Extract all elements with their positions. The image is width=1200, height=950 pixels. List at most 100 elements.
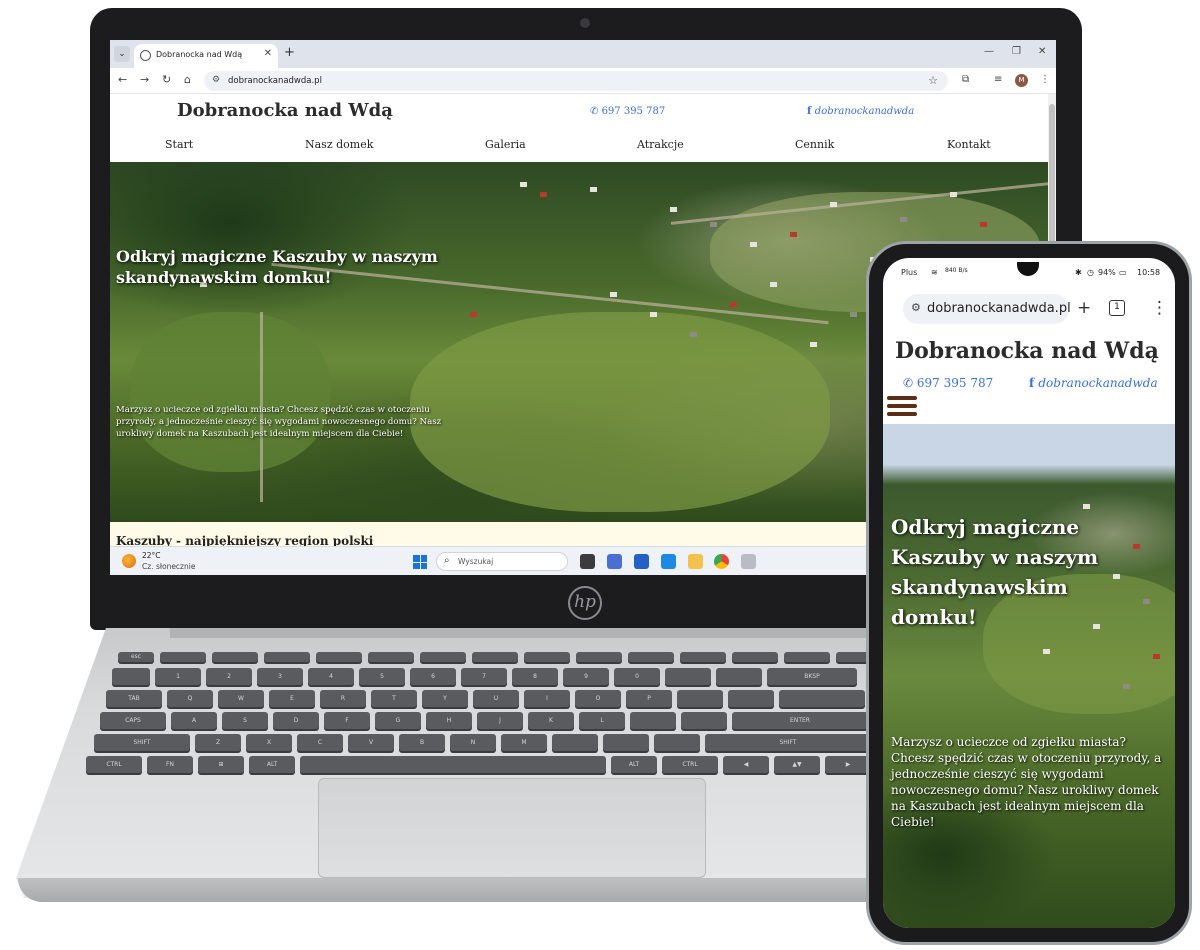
key: esc	[118, 652, 154, 662]
house	[1153, 654, 1160, 659]
hamburger-menu-icon[interactable]	[887, 396, 917, 418]
key	[552, 734, 598, 751]
browser-tabbar: ⌄ Dobranocka nad Wdą ✕ + — ❐ ✕	[110, 40, 1056, 68]
house	[540, 192, 547, 197]
forward-icon[interactable]: →	[140, 73, 149, 86]
close-icon[interactable]: ✕	[264, 48, 272, 59]
key	[680, 652, 726, 662]
key: ALT	[611, 756, 657, 773]
profile-avatar[interactable]: M	[1015, 74, 1028, 87]
taskbar-search[interactable]: ⌕ Wyszukaj	[436, 552, 568, 571]
key: 8	[512, 668, 558, 685]
windows-start-icon[interactable]	[413, 555, 427, 569]
key	[654, 734, 700, 751]
back-icon[interactable]: ←	[118, 73, 127, 86]
house	[790, 232, 797, 237]
house	[850, 312, 857, 317]
phone-site-facebook-handle: dobranockanadwda	[1038, 376, 1158, 390]
scrollbar-thumb[interactable]	[1049, 104, 1055, 264]
home-icon[interactable]: ⌂	[184, 73, 191, 86]
teams-icon[interactable]	[607, 554, 622, 569]
nav-kontakt[interactable]: Kontakt	[947, 138, 991, 151]
key: I	[524, 690, 570, 707]
nav-atrakcje[interactable]: Atrakcje	[637, 138, 684, 151]
new-tab-button[interactable]: +	[284, 46, 295, 60]
browser-toolbar: ← → ↻ ⌂ ⚙ dobranockanadwda.pl ☆ ⧉ ≡ M ⋮	[110, 68, 1056, 94]
globe-icon	[140, 50, 151, 61]
key	[728, 690, 774, 707]
phone-site-phone-link[interactable]: ✆ 697 395 787	[903, 376, 993, 390]
reload-icon[interactable]: ↻	[162, 73, 171, 86]
status-battery: 94%	[1098, 268, 1116, 277]
house	[710, 222, 717, 227]
browser-tab[interactable]: Dobranocka nad Wdą ✕	[134, 44, 278, 68]
phone-site-title[interactable]: Dobranocka nad Wdą	[895, 338, 1159, 364]
weather-sun-icon[interactable]	[122, 554, 136, 568]
phone-menu-kebab-icon[interactable]: ⋮	[1151, 298, 1168, 318]
key: 3	[257, 668, 303, 685]
key: D	[273, 712, 319, 729]
phone-address-bar[interactable]: ⚙ dobranockanadwda.pl	[903, 294, 1071, 324]
key: C	[297, 734, 343, 751]
house	[470, 312, 477, 317]
phone-hero-heading: Odkryj magiczne Kaszuby w naszym skandyn…	[891, 515, 1099, 629]
key	[576, 652, 622, 662]
phone-new-tab-button[interactable]: +	[1077, 298, 1091, 318]
key	[368, 652, 414, 662]
phone-screen: Plus ≋ 840 B/s ✱ ◷ 94% ▭ 10:58 ⚙ dobrano…	[883, 258, 1175, 928]
site-phone-link[interactable]: ✆ 697 395 787	[590, 106, 665, 117]
window-close-icon[interactable]: ✕	[1038, 46, 1046, 57]
key: A	[171, 712, 217, 729]
extensions-icon[interactable]: ⧉	[962, 74, 969, 85]
site-settings-icon[interactable]: ⚙	[212, 75, 220, 85]
minimize-icon[interactable]: —	[984, 46, 994, 57]
phone-tab-switcher[interactable]: 1	[1109, 300, 1125, 316]
phone-site-facebook-link[interactable]: f dobranockanadwda	[1029, 376, 1158, 390]
key	[732, 652, 778, 662]
site-settings-icon[interactable]: ⚙	[911, 301, 921, 314]
task-view-icon[interactable]	[580, 554, 595, 569]
key: ⊞	[198, 756, 244, 773]
site-title[interactable]: Dobranocka nad Wdą	[177, 100, 393, 121]
key	[677, 690, 723, 707]
menu-kebab-icon[interactable]: ⋮	[1040, 74, 1050, 85]
store-icon[interactable]	[634, 554, 649, 569]
file-explorer-icon[interactable]	[688, 554, 703, 569]
wifi-icon: ≋	[931, 268, 938, 277]
touchpad	[318, 778, 706, 878]
key: P	[626, 690, 672, 707]
key: 7	[461, 668, 507, 685]
nav-start[interactable]: Start	[165, 138, 193, 151]
site-facebook-link[interactable]: f dobranockanadwda	[807, 106, 914, 117]
key: L	[579, 712, 625, 729]
facebook-icon: f	[807, 106, 815, 117]
weather-description[interactable]: Cz. słonecznie	[142, 562, 195, 571]
phone-hero-text: Marzysz o ucieczce od zgiełku miasta? Ch…	[891, 735, 1162, 829]
search-icon: ⌕	[444, 555, 450, 566]
key	[779, 690, 865, 707]
media-queue-icon[interactable]: ≡	[994, 74, 1002, 85]
key: E	[269, 690, 315, 707]
nav-nasz-domek[interactable]: Nasz domek	[305, 138, 373, 151]
chrome-icon[interactable]	[714, 554, 729, 569]
weather-temperature[interactable]: 22°C	[142, 551, 161, 560]
key	[630, 712, 676, 729]
nav-cennik[interactable]: Cennik	[795, 138, 834, 151]
key	[603, 734, 649, 751]
house	[1143, 599, 1150, 604]
key: K	[528, 712, 574, 729]
house	[810, 342, 817, 347]
nav-galeria[interactable]: Galeria	[485, 138, 526, 151]
key	[160, 652, 206, 662]
vscode-icon[interactable]	[661, 554, 676, 569]
house	[750, 242, 757, 247]
address-bar[interactable]: ⚙ dobranockanadwda.pl ☆	[204, 71, 948, 91]
restore-icon[interactable]: ❐	[1012, 46, 1021, 57]
bookmark-star-icon[interactable]: ☆	[928, 74, 938, 87]
tab-search-icon[interactable]: ⌄	[114, 46, 130, 62]
key: Z	[195, 734, 241, 751]
house	[590, 187, 597, 192]
key	[112, 668, 150, 685]
mockup-stage: ⌄ Dobranocka nad Wdą ✕ + — ❐ ✕ ← → ↻ ⌂ ⚙…	[0, 0, 1200, 950]
cart-icon[interactable]	[741, 554, 756, 569]
